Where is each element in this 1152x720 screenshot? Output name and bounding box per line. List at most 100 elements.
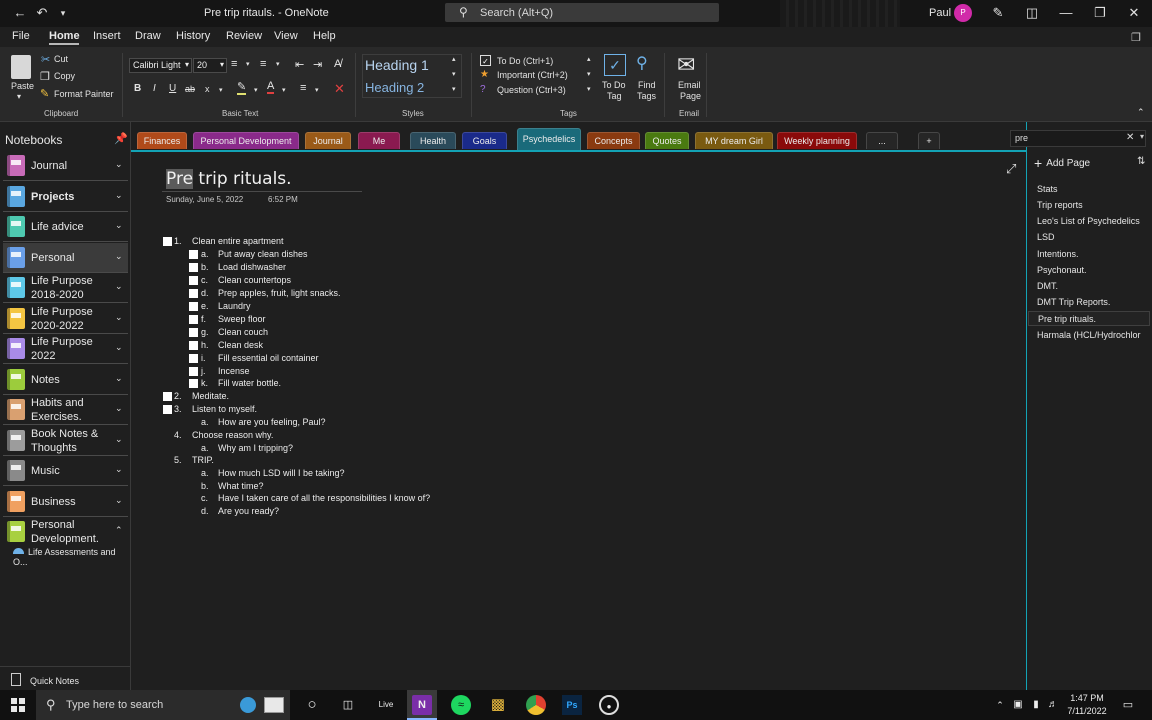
close-icon[interactable]: ✕ <box>1126 132 1134 143</box>
chevron-down-icon[interactable]: ⌄ <box>115 312 123 323</box>
add-page-button[interactable]: + Add Page <box>1034 155 1090 171</box>
onenote-icon[interactable]: N <box>412 695 432 715</box>
task-view-icon[interactable]: ◫ <box>338 695 358 715</box>
more-sections-button[interactable]: ... <box>866 132 898 149</box>
menu-help[interactable]: Help <box>313 30 336 42</box>
section-tab[interactable]: Goals <box>462 132 507 149</box>
chevron-down-icon[interactable]: ⌄ <box>115 190 123 201</box>
font-size-select[interactable]: 20 ▾ <box>193 58 227 73</box>
menu-history[interactable]: History <box>176 30 210 42</box>
bullets-dropdown-icon[interactable]: ▾ <box>246 60 250 68</box>
page-canvas[interactable]: ⤢ Pre trip rituals. Sunday, June 5, 2022… <box>132 152 1025 694</box>
chevron-down-icon[interactable]: ⌄ <box>115 251 123 262</box>
section-tab[interactable]: Me <box>358 132 400 149</box>
close-icon[interactable]: ✕ <box>1126 5 1142 21</box>
page-list-item[interactable]: DMT. <box>1028 279 1150 294</box>
tag-todo[interactable]: ✓ To Do (Ctrl+1) <box>478 55 592 69</box>
tags-scroll-up-icon[interactable]: ▴ <box>587 55 591 63</box>
notebook-item[interactable]: Personal ⌄ <box>3 243 128 272</box>
search-box[interactable]: ⚲ Search (Alt+Q) <box>445 3 719 22</box>
immersive-reader-icon[interactable]: ◫ <box>1024 5 1040 21</box>
add-section-button[interactable]: + <box>918 132 940 149</box>
todo-checkbox[interactable] <box>163 405 172 414</box>
notebook-item[interactable]: Music ⌄ <box>3 456 128 485</box>
notebook-item[interactable]: Projects ⌄ <box>3 182 128 211</box>
email-icon[interactable]: ✉ <box>677 52 695 78</box>
italic-button[interactable]: I <box>153 83 156 94</box>
notebook-item[interactable]: Life advice ⌄ <box>3 212 128 241</box>
find-tags-button-line1[interactable]: Find <box>638 80 656 90</box>
menu-draw[interactable]: Draw <box>135 30 161 42</box>
chevron-down-icon[interactable]: ⌄ <box>115 159 123 170</box>
style-heading-1[interactable]: Heading 1 <box>365 57 429 73</box>
styles-scroll-up-icon[interactable]: ▴ <box>452 55 456 63</box>
email-page-button-line2[interactable]: Page <box>680 91 701 101</box>
todo-checkbox[interactable] <box>189 379 198 388</box>
tray-chevron-icon[interactable]: ⌃ <box>990 695 1010 715</box>
live-app-icon[interactable]: Live <box>376 695 396 715</box>
menu-view[interactable]: View <box>274 30 298 42</box>
styles-scroll-down-icon[interactable]: ▾ <box>452 70 456 78</box>
notebook-item[interactable]: Notes ⌄ <box>3 365 128 394</box>
highlight-icon[interactable]: ✎ <box>237 82 247 95</box>
bullets-icon[interactable]: ≡ <box>231 58 237 70</box>
taskbar-clock[interactable]: 1:47 PM 7/11/2022 <box>1062 692 1112 718</box>
todo-checkbox[interactable] <box>163 392 172 401</box>
todo-checkbox[interactable] <box>189 263 198 272</box>
page-title[interactable]: Pre trip rituals. <box>166 169 292 189</box>
subscript-button[interactable]: x <box>205 84 210 94</box>
font-color-dropdown-icon[interactable]: ▾ <box>282 86 286 94</box>
numbering-icon[interactable]: ≡ <box>260 58 266 70</box>
page-list-item[interactable]: Trip reports <box>1028 198 1150 213</box>
todo-checkbox[interactable] <box>189 302 198 311</box>
page-list-item[interactable]: Stats <box>1028 182 1150 197</box>
expand-icon[interactable]: ⤢ <box>1006 161 1016 177</box>
todo-checkbox[interactable] <box>189 328 198 337</box>
page-list-item[interactable]: Harmala (HCL/Hydrochlor <box>1028 328 1150 343</box>
media-player-icon[interactable]: ● <box>599 695 619 715</box>
menu-home[interactable]: Home <box>49 30 80 42</box>
format-painter-button[interactable]: Format Painter <box>54 89 114 99</box>
font-color-icon[interactable]: A <box>267 81 275 94</box>
align-icon[interactable]: ≡ <box>300 82 306 94</box>
tag-important[interactable]: ★ Important (Ctrl+2) <box>478 69 592 83</box>
sort-icon[interactable]: ⇅ <box>1137 156 1145 167</box>
notebook-item[interactable]: Business ⌄ <box>3 487 128 516</box>
section-tab[interactable]: Weekly planning <box>777 132 857 149</box>
align-dropdown-icon[interactable]: ▾ <box>315 86 319 94</box>
chevron-down-icon[interactable]: ⌄ <box>115 495 123 506</box>
todo-checkbox[interactable] <box>189 367 198 376</box>
todo-tag-button-line2[interactable]: Tag <box>607 91 622 101</box>
styles-more-icon[interactable]: ▾ <box>452 85 456 93</box>
section-tab[interactable]: Personal Development <box>193 132 299 149</box>
pen-icon[interactable]: ✎ <box>990 5 1006 21</box>
chevron-down-icon[interactable]: ⌄ <box>115 220 123 231</box>
network-icon[interactable]: ▣ <box>1008 695 1028 715</box>
chevron-down-icon[interactable]: ⌄ <box>115 342 123 353</box>
search-scope-dropdown-icon[interactable]: ▾ <box>1140 132 1144 141</box>
todo-tag-button-line1[interactable]: To Do <box>602 80 626 90</box>
delete-icon[interactable]: ✕ <box>334 81 345 97</box>
chevron-down-icon[interactable]: ⌄ <box>115 373 123 384</box>
quick-access-dropdown-icon[interactable]: ▾ <box>55 5 71 21</box>
subscript-dropdown-icon[interactable]: ▾ <box>219 86 223 94</box>
tags-more-icon[interactable]: ▾ <box>587 85 591 93</box>
notebook-item[interactable]: Book Notes & Thoughts ⌄ <box>3 426 128 455</box>
notebook-item[interactable]: Life Purpose 2018-2020 ⌄ <box>3 273 128 302</box>
section-tab[interactable]: Concepts <box>587 132 640 149</box>
sticky-notes-icon[interactable]: ❐ <box>1131 31 1141 44</box>
chevron-down-icon[interactable]: ⌄ <box>115 281 123 292</box>
todo-checkbox[interactable] <box>163 237 172 246</box>
notebook-item[interactable]: Personal Development. ⌃ <box>3 517 128 546</box>
tags-scroll-down-icon[interactable]: ▾ <box>587 70 591 78</box>
page-list-item[interactable]: Leo's List of Psychedelics <box>1028 214 1150 229</box>
todo-tag-icon[interactable]: ✓ <box>604 54 626 76</box>
chrome-icon[interactable] <box>526 695 546 715</box>
windows-start-icon[interactable] <box>11 698 25 712</box>
chevron-down-icon[interactable]: ⌄ <box>115 434 123 445</box>
notification-icon[interactable]: ▭ <box>1118 695 1138 715</box>
section-tab[interactable]: Quotes <box>645 132 689 149</box>
file-explorer-icon[interactable]: ▩ <box>488 695 508 715</box>
page-list-item[interactable]: Intentions. <box>1028 247 1150 262</box>
style-heading-2[interactable]: Heading 2 <box>365 80 424 95</box>
